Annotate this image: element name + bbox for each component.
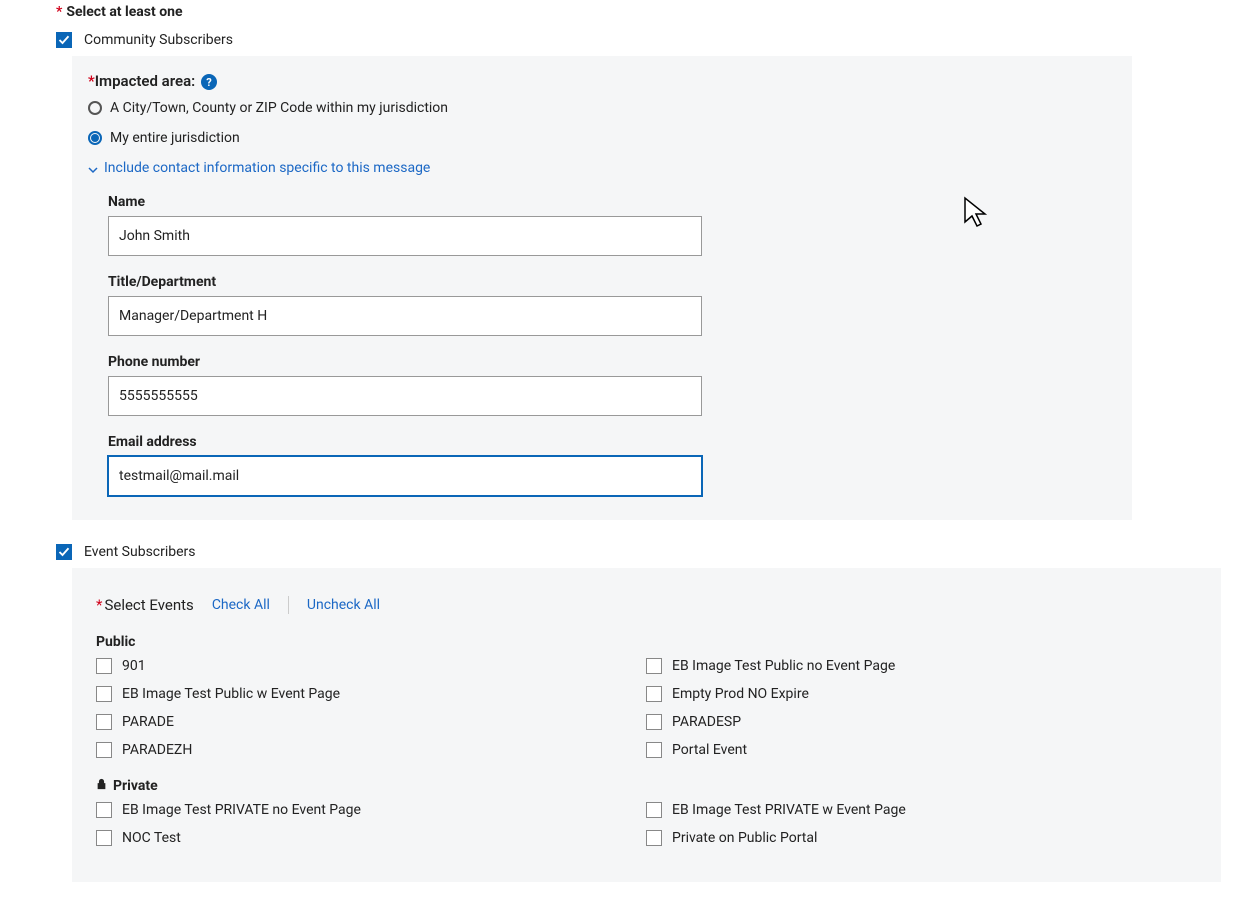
radio-city-town[interactable]: A City/Town, County or ZIP Code within m… [88,100,1132,116]
event-label: NOC Test [122,830,181,846]
checkbox-empty-icon [646,830,662,846]
radio-unchecked-icon [88,101,102,115]
radio-entire-jurisdiction[interactable]: My entire jurisdiction [88,130,1132,146]
event-checkbox-noc-test[interactable]: NOC Test [96,830,646,846]
email-address-label: Email address [108,434,708,450]
event-checkbox-empty-prod-no-expire[interactable]: Empty Prod NO Expire [646,686,1197,702]
event-label: EB Image Test Public w Event Page [122,686,340,702]
event-subscribers-checkbox-row[interactable]: Event Subscribers [56,544,1221,560]
checkbox-empty-icon [96,686,112,702]
checkbox-empty-icon [646,658,662,674]
include-contact-info-label: Include contact information specific to … [104,160,430,176]
event-checkbox-eb-image-public-no-page[interactable]: EB Image Test Public no Event Page [646,658,1197,674]
event-checkbox-paradezh[interactable]: PARADEZH [96,742,646,758]
help-icon[interactable]: ? [201,74,217,90]
impacted-area-label: *Impacted area: ? [88,72,1132,90]
uncheck-all-link[interactable]: Uncheck All [307,597,380,613]
radio-city-label: A City/Town, County or ZIP Code within m… [110,100,448,116]
include-contact-info-toggle[interactable]: Include contact information specific to … [88,160,1132,176]
checkbox-empty-icon [646,714,662,730]
private-heading: Private [96,778,1197,794]
checkbox-empty-icon [96,830,112,846]
checkbox-checked-icon [56,544,72,560]
community-subscribers-label: Community Subscribers [84,32,233,48]
event-checkbox-eb-image-public-w-page[interactable]: EB Image Test Public w Event Page [96,686,646,702]
event-label: 901 [122,658,146,674]
event-label: Portal Event [672,742,747,758]
checkbox-empty-icon [646,686,662,702]
event-label: EB Image Test Public no Event Page [672,658,895,674]
event-checkbox-private-on-public-portal[interactable]: Private on Public Portal [646,830,1197,846]
checkbox-empty-icon [646,742,662,758]
select-at-least-one-label: *Select at least one [56,4,1221,20]
check-all-link[interactable]: Check All [212,597,270,613]
event-label: EB Image Test PRIVATE no Event Page [122,802,361,818]
event-subscribers-label: Event Subscribers [84,544,196,560]
checkbox-empty-icon [96,802,112,818]
chevron-down-icon [88,163,98,173]
contact-fields: Name Title/Department Phone number Email… [88,194,708,496]
select-events-label: *Select Events [96,596,194,614]
title-department-label: Title/Department [108,274,708,290]
event-label: PARADE [122,714,174,730]
event-checkbox-paradesp[interactable]: PARADESP [646,714,1197,730]
divider [288,596,289,614]
phone-number-input[interactable] [108,376,702,416]
name-input[interactable] [108,216,702,256]
community-panel: *Impacted area: ? A City/Town, County or… [72,56,1132,520]
event-label: PARADEZH [122,742,192,758]
radio-entire-label: My entire jurisdiction [110,130,240,146]
event-checkbox-eb-image-private-no-page[interactable]: EB Image Test PRIVATE no Event Page [96,802,646,818]
checkbox-empty-icon [96,658,112,674]
event-label: Empty Prod NO Expire [672,686,809,702]
event-checkbox-901[interactable]: 901 [96,658,646,674]
name-label: Name [108,194,708,210]
event-checkbox-parade[interactable]: PARADE [96,714,646,730]
checkbox-checked-icon [56,32,72,48]
event-checkbox-eb-image-private-w-page[interactable]: EB Image Test PRIVATE w Event Page [646,802,1197,818]
lock-icon [96,778,107,794]
community-subscribers-checkbox-row[interactable]: Community Subscribers [56,32,1221,48]
events-panel: *Select Events Check All Uncheck All Pub… [72,568,1221,882]
phone-number-label: Phone number [108,354,708,370]
event-label: EB Image Test PRIVATE w Event Page [672,802,906,818]
radio-checked-icon [88,131,102,145]
public-heading: Public [96,634,1197,650]
event-checkbox-portal-event[interactable]: Portal Event [646,742,1197,758]
checkbox-empty-icon [646,802,662,818]
event-label: PARADESP [672,714,741,730]
checkbox-empty-icon [96,714,112,730]
event-label: Private on Public Portal [672,830,817,846]
checkbox-empty-icon [96,742,112,758]
email-address-input[interactable] [108,456,702,496]
title-department-input[interactable] [108,296,702,336]
